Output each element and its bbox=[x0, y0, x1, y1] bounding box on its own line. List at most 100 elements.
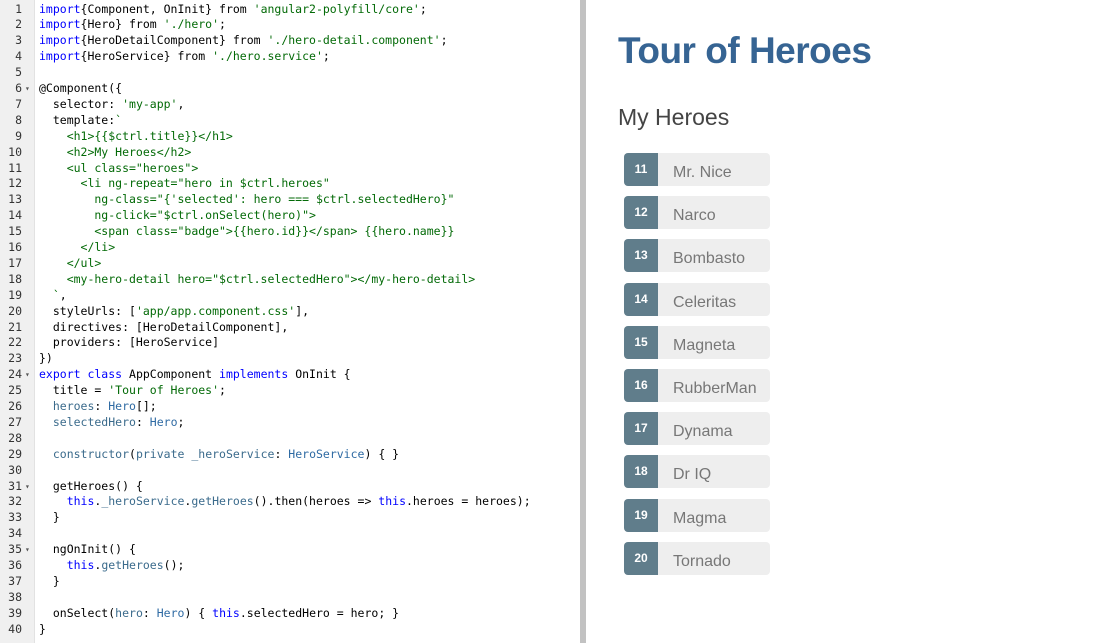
code-line[interactable]: 8 template:` bbox=[0, 113, 580, 129]
code-line[interactable]: 28 bbox=[0, 431, 580, 447]
code-line[interactable]: 34 bbox=[0, 526, 580, 542]
hero-item[interactable]: 18 Dr IQ bbox=[624, 455, 770, 489]
code-line[interactable]: 15 <span class="badge">{{hero.id}}</span… bbox=[0, 224, 580, 240]
line-number: 29 bbox=[8, 446, 22, 461]
code-line[interactable]: 14 ng-click="$ctrl.onSelect(hero)"> bbox=[0, 208, 580, 224]
code-line[interactable]: 23}) bbox=[0, 351, 580, 367]
code-token: .selectedHero = hero; } bbox=[239, 605, 400, 620]
code-line[interactable]: 25 title = 'Tour of Heroes'; bbox=[0, 383, 580, 399]
code-line[interactable]: 32 this._heroService.getHeroes().then(he… bbox=[0, 494, 580, 510]
line-number: 18 bbox=[8, 271, 22, 286]
code-text: title = 'Tour of Heroes'; bbox=[39, 383, 226, 399]
code-line[interactable]: 17 </ul> bbox=[0, 256, 580, 272]
code-token: AppComponent bbox=[129, 367, 220, 382]
code-line[interactable]: 37 } bbox=[0, 574, 580, 590]
fold-toggle-icon[interactable]: ▾ bbox=[25, 367, 30, 383]
code-token: styleUrls: [ bbox=[39, 303, 136, 318]
fold-toggle-icon[interactable]: ▾ bbox=[25, 81, 30, 97]
code-text: <h1>{{$ctrl.title}}</h1> bbox=[39, 129, 233, 145]
code-token: ngOnInit() { bbox=[39, 542, 136, 557]
code-line[interactable]: 4 import{HeroService} from './hero.servic… bbox=[0, 49, 580, 65]
fold-toggle-icon[interactable]: ▾ bbox=[25, 479, 30, 495]
hero-item[interactable]: 19 Magma bbox=[624, 498, 770, 532]
code-token: private _heroService bbox=[135, 446, 275, 461]
line-number: 19 bbox=[8, 287, 22, 302]
code-token: import bbox=[39, 1, 81, 16]
code-token: <ul class="heroes"> bbox=[39, 160, 199, 175]
code-token: export class bbox=[39, 367, 130, 382]
code-editor[interactable]: 1 import{Component, OnInit} from 'angular… bbox=[0, 0, 580, 643]
code-line[interactable]: 3 import{HeroDetailComponent} from './her… bbox=[0, 33, 580, 49]
code-line[interactable]: 2 import{Hero} from './hero'; bbox=[0, 17, 580, 33]
code-line[interactable]: 5 bbox=[0, 65, 580, 81]
line-number: 34 bbox=[8, 526, 22, 541]
line-number: 20 bbox=[8, 303, 22, 318]
hero-item[interactable]: 12 Narco bbox=[624, 196, 770, 230]
code-line[interactable]: 36 this.getHeroes(); bbox=[0, 558, 580, 574]
code-line[interactable]: 26 heroes: Hero[]; bbox=[0, 399, 580, 415]
code-line[interactable]: 16 </li> bbox=[0, 240, 580, 256]
code-line[interactable]: 35 ▾ ngOnInit() { bbox=[0, 542, 580, 558]
code-line[interactable]: 30 bbox=[0, 463, 580, 479]
code-token: hero bbox=[115, 605, 143, 620]
code-token: this bbox=[378, 494, 406, 509]
code-line[interactable]: 18 <my-hero-detail hero="$ctrl.selectedH… bbox=[0, 272, 580, 288]
code-token: : bbox=[94, 399, 109, 413]
code-line[interactable]: 10 <h2>My Heroes</h2> bbox=[0, 145, 580, 161]
hero-item[interactable]: 17 Dynama bbox=[624, 412, 770, 446]
code-token: HeroService bbox=[288, 446, 365, 461]
code-line[interactable]: 1 import{Component, OnInit} from 'angular… bbox=[0, 2, 580, 18]
code-line[interactable]: 29 constructor(private _heroService: Her… bbox=[0, 447, 580, 463]
code-line[interactable]: 40} bbox=[0, 622, 580, 638]
hero-item[interactable]: 13 Bombasto bbox=[624, 239, 770, 273]
code-line[interactable]: 11 <ul class="heroes"> bbox=[0, 161, 580, 177]
code-line[interactable]: 7 selector: 'my-app', bbox=[0, 97, 580, 113]
hero-item[interactable]: 14 Celeritas bbox=[624, 282, 770, 316]
code-line[interactable]: 38 bbox=[0, 590, 580, 606]
code-token: 'angular2-polyfill/core' bbox=[253, 1, 420, 16]
code-text: }) bbox=[39, 351, 53, 367]
code-line[interactable]: 22 providers: [HeroService] bbox=[0, 335, 580, 351]
hero-item[interactable]: 15 Magneta bbox=[624, 325, 770, 359]
hero-item[interactable]: 16 RubberMan bbox=[624, 368, 770, 402]
code-line[interactable]: 9 <h1>{{$ctrl.title}}</h1> bbox=[0, 129, 580, 145]
code-line[interactable]: 27 selectedHero: Hero; bbox=[0, 415, 580, 431]
line-number: 40 bbox=[8, 621, 22, 636]
code-line[interactable]: 20 styleUrls: ['app/app.component.css'], bbox=[0, 304, 580, 320]
hero-name: RubberMan bbox=[673, 379, 757, 397]
code-text: heroes: Hero[]; bbox=[39, 399, 157, 415]
code-token: getHeroes() { bbox=[39, 478, 143, 493]
code-line[interactable]: 12 <li ng-repeat="hero in $ctrl.heroes" bbox=[0, 176, 580, 192]
code-text: <my-hero-detail hero="$ctrl.selectedHero… bbox=[39, 271, 476, 288]
code-text: template:` bbox=[39, 113, 122, 129]
line-number: 23 bbox=[8, 351, 22, 366]
code-text: } bbox=[39, 510, 60, 526]
hero-item[interactable]: 11 Mr. Nice bbox=[624, 153, 770, 186]
code-token: ) { } bbox=[364, 446, 400, 461]
code-line[interactable]: 24 ▾ export class AppComponent implements … bbox=[0, 367, 580, 383]
code-token: selector: bbox=[39, 96, 123, 111]
code-line[interactable]: 13 ng-class="{'selected': hero === $ctrl… bbox=[0, 192, 580, 208]
code-text: this.getHeroes(); bbox=[39, 558, 185, 574]
code-line[interactable]: 19 `, bbox=[0, 288, 580, 304]
code-text: ng-click="$ctrl.onSelect(hero)"> bbox=[39, 208, 316, 224]
code-token: Hero bbox=[149, 414, 178, 429]
code-line[interactable]: 31 ▾ getHeroes() { bbox=[0, 479, 580, 495]
code-text: selector: 'my-app', bbox=[39, 96, 185, 113]
code-token: this bbox=[212, 605, 240, 620]
code-text: providers: [HeroService] bbox=[39, 335, 219, 351]
code-line[interactable]: 21 directives: [HeroDetailComponent], bbox=[0, 320, 580, 336]
code-token: import bbox=[39, 17, 81, 32]
code-token: import bbox=[39, 33, 81, 48]
code-line[interactable]: 6 ▾ @Component({ bbox=[0, 81, 580, 97]
hero-item[interactable]: 20 Tornado bbox=[624, 541, 770, 575]
code-line[interactable]: 39 onSelect(hero: Hero) { this.selectedH… bbox=[0, 606, 580, 622]
code-token: <my-hero-detail hero="$ctrl.selectedHero… bbox=[39, 271, 476, 286]
hero-id-badge: 12 bbox=[624, 196, 658, 230]
code-line[interactable]: 33 } bbox=[0, 510, 580, 526]
fold-toggle-icon[interactable]: ▾ bbox=[25, 542, 30, 558]
code-text: import{HeroService} from './hero.service… bbox=[39, 49, 330, 65]
code-token: {Hero} from bbox=[80, 17, 164, 32]
code-token: : bbox=[142, 605, 157, 620]
code-text: onSelect(hero: Hero) { this.selectedHero… bbox=[39, 606, 399, 622]
